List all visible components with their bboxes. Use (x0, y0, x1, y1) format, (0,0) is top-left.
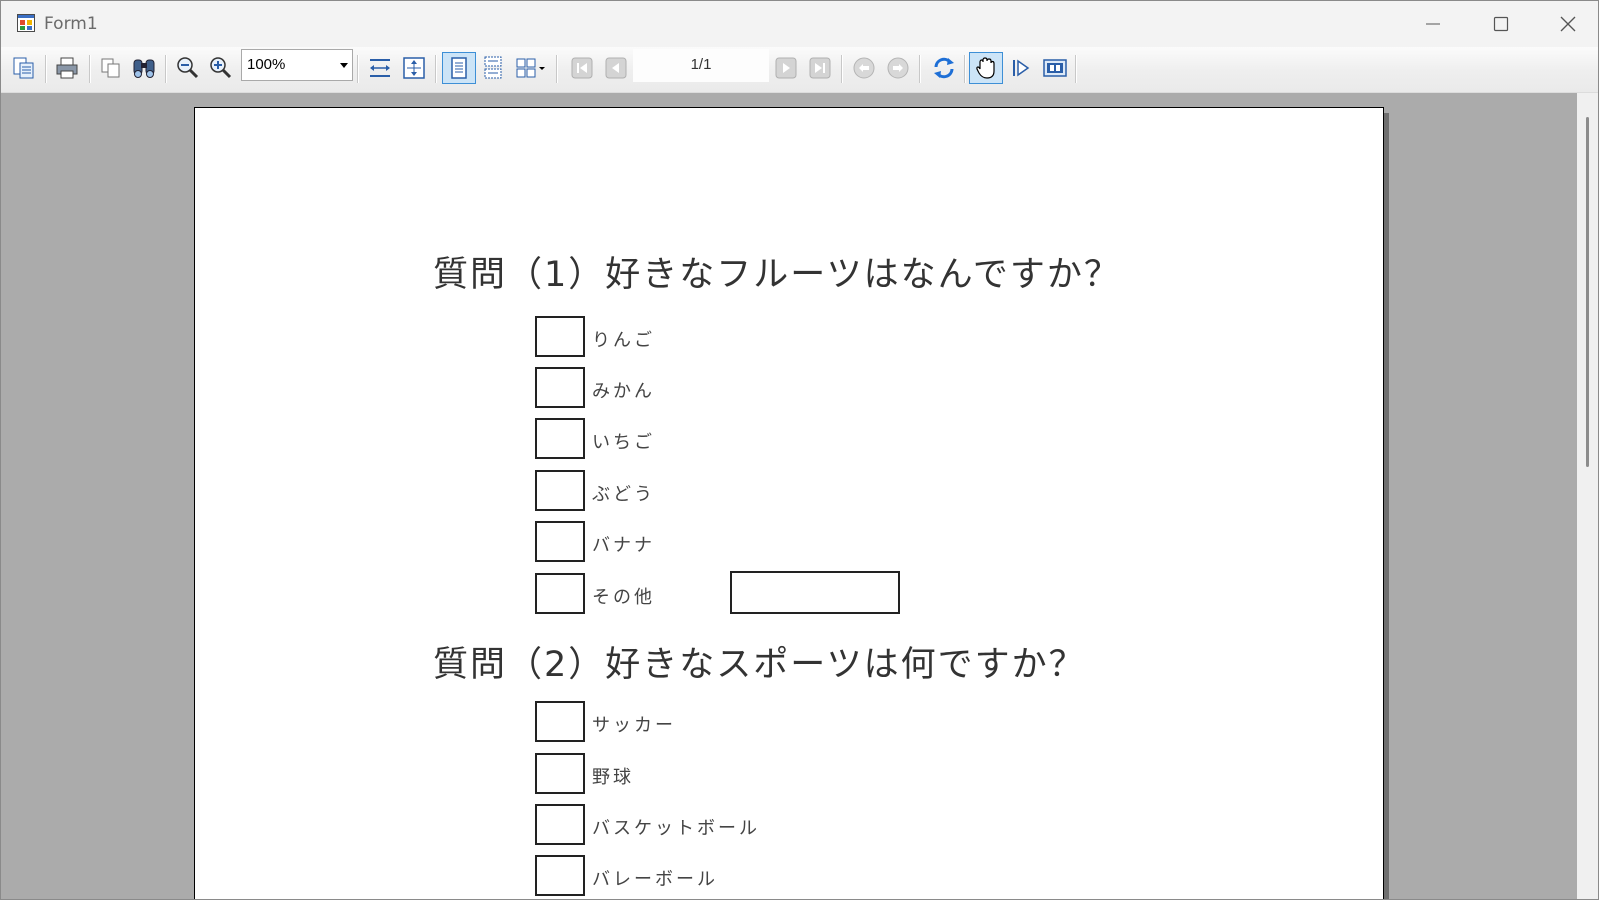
minimize-button[interactable] (1403, 7, 1463, 41)
checkbox-option[interactable] (535, 701, 585, 742)
checkbox-option[interactable] (535, 316, 585, 357)
toolbar-separator (919, 55, 921, 83)
option-label: みかん (592, 381, 655, 402)
checkbox-option[interactable] (535, 855, 585, 896)
multi-page-button[interactable] (512, 52, 550, 84)
option-label: いちご (592, 432, 655, 453)
run-button[interactable] (1006, 52, 1036, 84)
window-title: Form1 (44, 14, 98, 34)
thumbnails-icon (1043, 59, 1067, 77)
next-page-icon (775, 57, 797, 79)
copy-button[interactable] (96, 52, 126, 84)
page-indicator-text: 1/1 (690, 56, 712, 73)
zoom-in-button[interactable] (172, 52, 202, 84)
minimize-icon (1426, 23, 1440, 25)
question-2-title: 質問（2）好きなスポーツは何ですか？ (433, 645, 1086, 685)
continuous-button[interactable] (478, 52, 508, 84)
toolbar-separator (841, 55, 843, 83)
last-page-icon (809, 57, 831, 79)
copy-pages-button[interactable] (9, 52, 39, 84)
report-page: 質問（1）好きなフルーツはなんですか？ りんご みかん いちご ぶどう バナナ … (194, 107, 1384, 899)
forward-button[interactable] (883, 52, 913, 84)
checkbox-option[interactable] (535, 573, 585, 614)
first-page-icon (571, 57, 593, 79)
option-label: バレーボール (592, 869, 718, 890)
next-page-button[interactable] (771, 52, 801, 84)
option-label: その他 (592, 587, 655, 608)
fit-page-icon (403, 57, 425, 79)
vertical-scrollbar[interactable] (1577, 93, 1598, 899)
single-page-icon (451, 57, 467, 79)
copy-icon (101, 58, 120, 78)
continuous-icon (484, 56, 502, 79)
previous-page-button[interactable] (601, 52, 631, 84)
zoom-out-icon (210, 57, 232, 79)
pan-hand-icon (976, 57, 995, 79)
zoom-value: 100% (247, 56, 286, 73)
thumbnails-button[interactable] (1040, 52, 1070, 84)
option-label: バナナ (592, 535, 655, 556)
option-label: りんご (592, 330, 655, 351)
checkbox-option[interactable] (535, 367, 585, 408)
maximize-icon (1493, 16, 1509, 32)
chevron-down-icon[interactable] (340, 63, 348, 68)
previous-page-icon (605, 57, 627, 79)
toolbar-separator (165, 55, 167, 83)
option-label: バスケットボール (592, 818, 760, 839)
toolbar-separator (89, 55, 91, 83)
checkbox-option[interactable] (535, 753, 585, 794)
checkbox-option[interactable] (535, 521, 585, 562)
fit-width-icon (370, 59, 390, 77)
forward-icon (887, 57, 909, 79)
option-label: サッカー (592, 715, 676, 736)
back-icon (853, 57, 875, 79)
toolbar-separator (45, 55, 47, 83)
report-viewer-area[interactable]: 質問（1）好きなフルーツはなんですか？ りんご みかん いちご ぶどう バナナ … (1, 93, 1577, 899)
title-bar[interactable]: Form1 (1, 1, 1598, 47)
page-indicator[interactable]: 1/1 (633, 49, 769, 82)
maximize-button[interactable] (1471, 7, 1531, 41)
option-label: ぶどう (592, 484, 655, 505)
zoom-combo[interactable]: 100% (241, 49, 353, 81)
question-1-title: 質問（1）好きなフルーツはなんですか？ (433, 255, 1121, 295)
other-text-field[interactable] (730, 571, 900, 614)
multi-page-icon (516, 58, 545, 78)
zoom-out-button[interactable] (205, 52, 235, 84)
toolbar-separator (1075, 55, 1077, 83)
checkbox-option[interactable] (535, 418, 585, 459)
toolbar-separator (357, 55, 359, 83)
app-window: Form1 100% 1/1 質問（1）好きなフルーツはなんですか？ りんご み… (0, 0, 1599, 900)
close-icon (1560, 16, 1576, 32)
pan-tool-button[interactable] (969, 52, 1003, 84)
back-button[interactable] (849, 52, 879, 84)
last-page-button[interactable] (805, 52, 835, 84)
print-icon (56, 57, 78, 79)
find-button[interactable] (129, 52, 159, 84)
toolbar-separator (556, 55, 558, 83)
toolbar-separator (964, 55, 966, 83)
scrollbar-thumb[interactable] (1586, 117, 1589, 467)
option-label: 野球 (592, 767, 634, 788)
copy-pages-icon (13, 57, 34, 79)
toolbar-separator (435, 55, 437, 83)
refresh-icon (934, 57, 954, 79)
checkbox-option[interactable] (535, 804, 585, 845)
run-icon (1013, 59, 1030, 77)
close-button[interactable] (1538, 7, 1598, 41)
checkbox-option[interactable] (535, 470, 585, 511)
app-icon (17, 14, 35, 32)
single-page-button[interactable] (442, 52, 476, 84)
find-icon (133, 59, 155, 78)
refresh-button[interactable] (929, 52, 959, 84)
zoom-in-icon (177, 57, 199, 79)
fit-width-button[interactable] (365, 52, 395, 84)
first-page-button[interactable] (567, 52, 597, 84)
fit-page-button[interactable] (399, 52, 429, 84)
print-button[interactable] (52, 52, 82, 84)
